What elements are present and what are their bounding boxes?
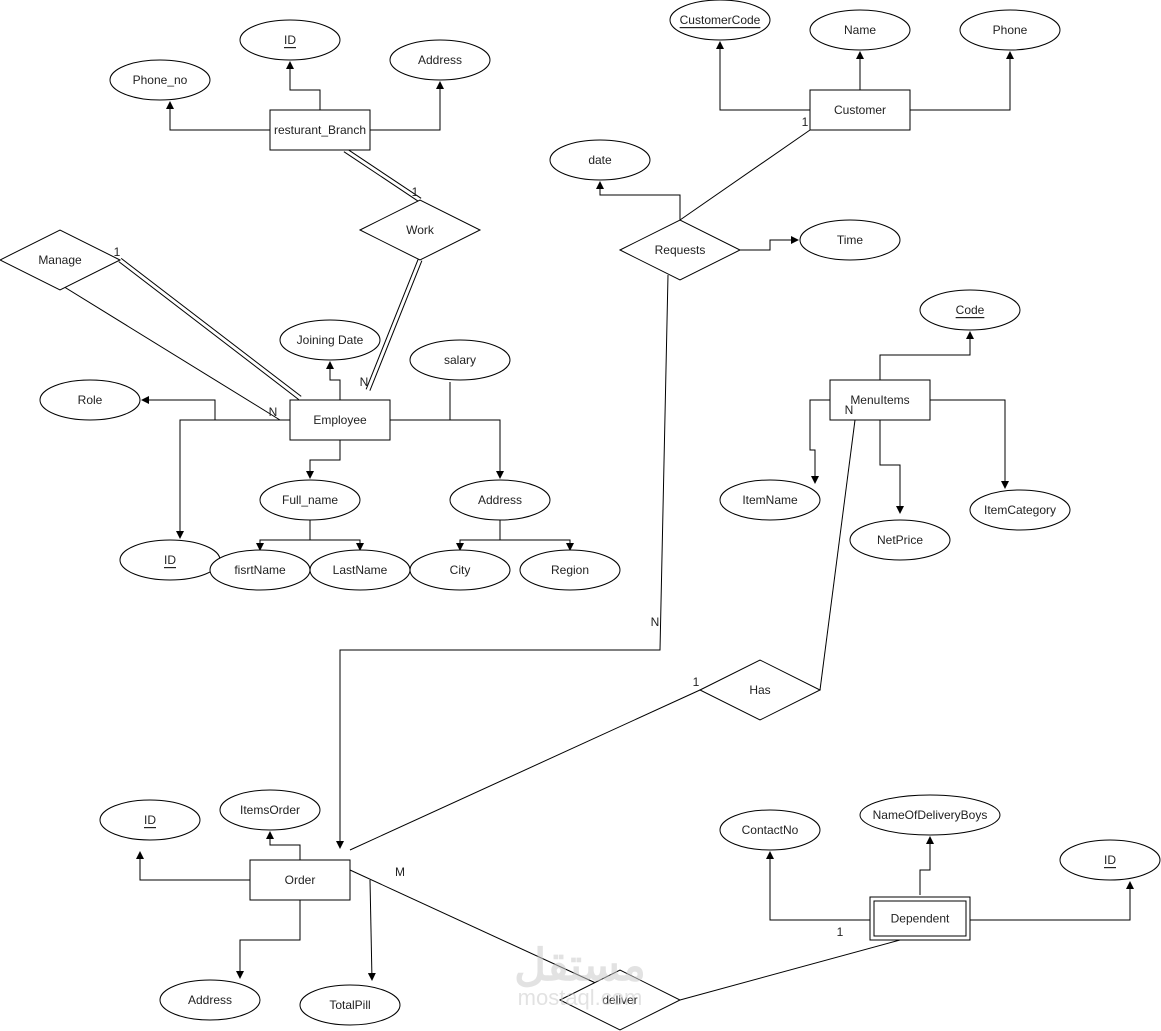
total-participation-line <box>369 260 423 391</box>
attribute-label-branch-address: Address <box>418 53 462 67</box>
entity-label-dependent: Dependent <box>891 912 950 926</box>
connector-line <box>306 440 341 479</box>
cardinality-label: 1 <box>412 185 419 199</box>
connector-line <box>716 41 810 111</box>
connector-line <box>930 399 1009 489</box>
connector-line <box>367 879 376 981</box>
connector-line <box>910 51 1014 111</box>
total-participation-line <box>118 261 300 400</box>
connector-line <box>236 900 301 979</box>
watermark-latin: mostaql.com <box>518 985 643 1010</box>
connector-line <box>819 419 856 691</box>
watermark: مستقل mostaql.com <box>514 941 646 1010</box>
cardinality-label: 1 <box>802 115 809 129</box>
relationship-label-has: Has <box>749 683 770 697</box>
attribute-label-emp-fullname: Full_name <box>282 493 338 507</box>
connector-line <box>256 520 311 551</box>
connector-line <box>310 539 364 551</box>
watermark-arabic: مستقل <box>514 941 646 990</box>
entity-label-branch: resturant_Branch <box>274 123 366 137</box>
total-participation-line <box>120 258 302 397</box>
connector-line <box>136 851 250 881</box>
connector-line <box>456 520 501 551</box>
connector-line <box>390 382 451 421</box>
attribute-label-dep-id: ID <box>1104 853 1116 867</box>
er-diagram: resturant_Branch Employee Customer MenuItem… <box>0 0 1161 1031</box>
total-participation-line <box>345 147 422 199</box>
cardinality-label: N <box>651 615 660 629</box>
connector-line <box>679 939 901 1001</box>
connector-line <box>349 689 701 851</box>
attribute-label-cust-phone: Phone <box>993 23 1028 37</box>
connector-line <box>809 399 830 484</box>
connector-line <box>919 836 934 895</box>
attribute-label-emp-address: Address <box>478 493 522 507</box>
connector-line <box>166 101 270 131</box>
attribute-label-emp-salary: salary <box>444 353 476 367</box>
attribute-label-cust-name: Name <box>844 23 876 37</box>
relationship-label-manage: Manage <box>38 253 82 267</box>
attribute-label-menu-itemname: ItemName <box>742 493 798 507</box>
entity-label-menuitems: MenuItems <box>850 393 909 407</box>
entity-label-employee: Employee <box>313 413 367 427</box>
connector-line <box>879 420 904 514</box>
cardinality-label: 1 <box>693 675 700 689</box>
attribute-label-req-date: date <box>588 153 612 167</box>
total-participation-line <box>343 151 420 203</box>
attribute-label-emp-firstname: fisrtName <box>234 563 286 577</box>
cardinality-label: 1 <box>114 245 121 259</box>
cardinality-label: N <box>269 405 278 419</box>
entity-label-order: Order <box>285 873 316 887</box>
attribute-label-emp-id: ID <box>164 553 176 567</box>
attribute-label-order-itemsorder: ItemsOrder <box>240 803 300 817</box>
attribute-label-req-time: Time <box>837 233 864 247</box>
connector-line <box>266 831 301 860</box>
attribute-label-dep-contact: ContactNo <box>742 823 799 837</box>
connector-line <box>326 361 341 400</box>
attribute-label-emp-region: Region <box>551 563 589 577</box>
cardinality-label: 1 <box>837 925 844 939</box>
attribute-label-branch-phone: Phone_no <box>133 73 188 87</box>
cardinality-label: M <box>395 865 405 879</box>
connector-line <box>596 181 681 220</box>
connector-line <box>740 236 799 251</box>
cardinality-label: N <box>360 375 369 389</box>
connector-line <box>370 81 444 131</box>
connector-line <box>390 419 504 479</box>
connector-line <box>141 396 216 420</box>
total-participation-line <box>365 259 419 390</box>
attribute-label-order-totalpill: TotalPill <box>329 998 370 1012</box>
connector-line <box>679 129 811 221</box>
connector-line <box>970 881 1134 921</box>
cardinality-label: N <box>845 403 854 417</box>
connector-line <box>766 851 870 921</box>
attribute-label-order-id: ID <box>144 813 156 827</box>
connector-line <box>176 419 290 539</box>
connector-line <box>286 61 321 110</box>
connector-line <box>500 539 574 551</box>
attribute-label-emp-role: Role <box>78 393 103 407</box>
attribute-label-emp-city: City <box>450 563 471 577</box>
attribute-label-menu-netprice: NetPrice <box>877 533 923 547</box>
attribute-label-emp-joining: Joining Date <box>297 333 364 347</box>
attribute-label-order-address: Address <box>188 993 232 1007</box>
attribute-label-cust-code: CustomerCode <box>680 13 761 27</box>
attribute-label-menu-category: ItemCategory <box>984 503 1056 517</box>
attribute-label-emp-lastname: LastName <box>333 563 388 577</box>
attribute-label-branch-id: ID <box>284 33 296 47</box>
relationship-label-requests: Requests <box>655 243 706 257</box>
entity-label-customer: Customer <box>834 103 886 117</box>
attribute-label-dep-names: NameOfDeliveryBoys <box>873 808 988 822</box>
attribute-label-menu-code: Code <box>956 303 985 317</box>
relationship-label-work: Work <box>406 223 435 237</box>
connector-line <box>879 331 974 380</box>
